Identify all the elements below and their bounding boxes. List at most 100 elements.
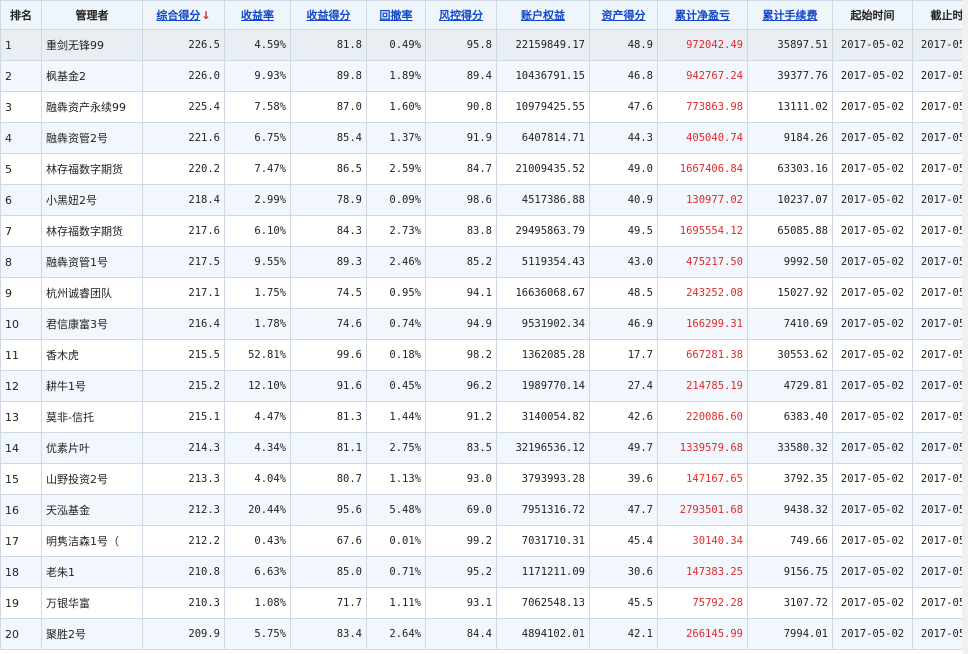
table-row[interactable]: 1 重剑无锋99 226.5 4.59% 81.8 0.49% 95.8 22159849.1… — [0, 29, 968, 61]
cell-return_score: 81.1 — [290, 432, 367, 464]
cell-return_rate: 6.75% — [224, 122, 291, 154]
cell-return_score: 89.8 — [290, 60, 367, 92]
cell-net_pnl: 220086.60 — [657, 401, 748, 433]
cell-manager: 重剑无锋99 — [41, 29, 143, 61]
cell-manager: 杭州诚睿团队 — [41, 277, 143, 309]
table-row[interactable]: 4 融犇资管2号 221.6 6.75% 85.4 1.37% 91.9 6407814.71… — [0, 122, 968, 154]
table-row[interactable]: 20 聚胜2号 209.9 5.75% 83.4 2.64% 84.4 4894102.01 4… — [0, 618, 968, 650]
column-header-label: 风控得分 — [439, 9, 483, 22]
cell-rank: 16 — [0, 494, 42, 526]
cell-risk_score: 83.8 — [425, 215, 497, 247]
table-row[interactable]: 17 明隽洁森1号（ 212.2 0.43% 67.6 0.01% 99.2 7031710.… — [0, 525, 968, 557]
arrow-down-icon[interactable]: ↓ — [201, 9, 210, 22]
cell-equity: 7062548.13 — [496, 587, 590, 619]
cell-fees: 9184.26 — [747, 122, 833, 154]
cell-equity: 9531902.34 — [496, 308, 590, 340]
cell-composite: 209.9 — [142, 618, 225, 650]
table-row[interactable]: 12 耕牛1号 215.2 12.10% 91.6 0.45% 96.2 1989770.14… — [0, 370, 968, 402]
cell-drawdown: 1.11% — [366, 587, 426, 619]
cell-fees: 749.66 — [747, 525, 833, 557]
cell-risk_score: 96.2 — [425, 370, 497, 402]
table-row[interactable]: 10 君信康富3号 216.4 1.78% 74.6 0.74% 94.9 9531902.3… — [0, 308, 968, 340]
table-row[interactable]: 9 杭州诚睿团队 217.1 1.75% 74.5 0.95% 94.1 16636068.6… — [0, 277, 968, 309]
cell-rank: 8 — [0, 246, 42, 278]
cell-composite: 210.8 — [142, 556, 225, 588]
column-header-fees[interactable]: 累计手续费 — [747, 0, 833, 30]
column-header-equity[interactable]: 账户权益 — [496, 0, 590, 30]
cell-return_rate: 5.75% — [224, 618, 291, 650]
cell-asset_score: 17.7 — [589, 339, 658, 371]
cell-equity: 21009435.52 — [496, 153, 590, 185]
cell-fees: 9156.75 — [747, 556, 833, 588]
cell-equity: 4894102.01 — [496, 618, 590, 650]
cell-composite: 210.3 — [142, 587, 225, 619]
cell-end: 2017-05-22 — [912, 60, 968, 92]
column-header-label: 累计手续费 — [762, 9, 818, 22]
cell-equity: 4517386.88 — [496, 184, 590, 216]
ranking-table: 排名 管理者 综合得分↓ 收益率 收益得分 回撤率 风控得分 账户权益 资产得分 累计净盈亏 累计手… — [0, 0, 968, 650]
table-row[interactable]: 5 林存福数字期货 220.2 7.47% 86.5 2.59% 84.7 21009435.… — [0, 153, 968, 185]
cell-drawdown: 2.75% — [366, 432, 426, 464]
cell-composite: 215.2 — [142, 370, 225, 402]
column-header-drawdown[interactable]: 回撤率 — [366, 0, 426, 30]
cell-asset_score: 49.0 — [589, 153, 658, 185]
cell-return_rate: 9.93% — [224, 60, 291, 92]
table-row[interactable]: 11 香木虎 215.5 52.81% 99.6 0.18% 98.2 1362085.28 1… — [0, 339, 968, 371]
cell-manager: 林存福数字期货 — [41, 215, 143, 247]
cell-equity: 32196536.12 — [496, 432, 590, 464]
cell-composite: 212.2 — [142, 525, 225, 557]
cell-return_score: 85.4 — [290, 122, 367, 154]
cell-fees: 7410.69 — [747, 308, 833, 340]
cell-rank: 10 — [0, 308, 42, 340]
column-header-return_score[interactable]: 收益得分 — [290, 0, 367, 30]
cell-fees: 65085.88 — [747, 215, 833, 247]
cell-end: 2017-05-26 — [912, 494, 968, 526]
cell-drawdown: 2.46% — [366, 246, 426, 278]
table-row[interactable]: 18 老朱1 210.8 6.63% 85.0 0.71% 95.2 1171211.09 30… — [0, 556, 968, 588]
table-row[interactable]: 15 山野投资2号 213.3 4.04% 80.7 1.13% 93.0 3793993.2… — [0, 463, 968, 495]
cell-return_score: 83.4 — [290, 618, 367, 650]
cell-rank: 15 — [0, 463, 42, 495]
column-header-label: 回撤率 — [379, 9, 413, 22]
cell-composite: 216.4 — [142, 308, 225, 340]
table-row[interactable]: 16 天泓基金 212.3 20.44% 95.6 5.48% 69.0 7951316.72… — [0, 494, 968, 526]
cell-net_pnl: 243252.08 — [657, 277, 748, 309]
cell-drawdown: 0.71% — [366, 556, 426, 588]
cell-manager: 天泓基金 — [41, 494, 143, 526]
cell-return_score: 99.6 — [290, 339, 367, 371]
table-row[interactable]: 7 林存福数字期货 217.6 6.10% 84.3 2.73% 83.8 29495863.… — [0, 215, 968, 247]
cell-asset_score: 49.5 — [589, 215, 658, 247]
cell-asset_score: 43.0 — [589, 246, 658, 278]
table-row[interactable]: 3 融犇资产永续99 225.4 7.58% 87.0 1.60% 90.8 10979425… — [0, 91, 968, 123]
table-row[interactable]: 2 枫基金2 226.0 9.93% 89.8 1.89% 89.4 10436791.15 4… — [0, 60, 968, 92]
cell-rank: 19 — [0, 587, 42, 619]
cell-composite: 217.5 — [142, 246, 225, 278]
column-header-manager: 管理者 — [41, 0, 143, 30]
table-row[interactable]: 8 融犇资管1号 217.5 9.55% 89.3 2.46% 85.2 5119354.43… — [0, 246, 968, 278]
cell-asset_score: 49.7 — [589, 432, 658, 464]
cell-rank: 4 — [0, 122, 42, 154]
cell-risk_score: 98.6 — [425, 184, 497, 216]
column-header-asset_score[interactable]: 资产得分 — [589, 0, 658, 30]
scrollbar-gutter[interactable] — [962, 0, 968, 654]
cell-fees: 7994.01 — [747, 618, 833, 650]
table-row[interactable]: 13 莫非-信托 215.1 4.47% 81.3 1.44% 91.2 3140054.82… — [0, 401, 968, 433]
column-header-return_rate[interactable]: 收益率 — [224, 0, 291, 30]
table-row[interactable]: 19 万银华富 210.3 1.08% 71.7 1.11% 93.1 7062548.13 4… — [0, 587, 968, 619]
cell-manager: 优素片叶 — [41, 432, 143, 464]
table-row[interactable]: 14 优素片叶 214.3 4.34% 81.1 2.75% 83.5 32196536.12… — [0, 432, 968, 464]
table-row[interactable]: 6 小黑妞2号 218.4 2.99% 78.9 0.09% 98.6 4517386.88 4… — [0, 184, 968, 216]
column-header-label: 管理者 — [75, 9, 109, 22]
column-header-risk_score[interactable]: 风控得分 — [425, 0, 497, 30]
cell-drawdown: 0.09% — [366, 184, 426, 216]
column-header-composite[interactable]: 综合得分↓ — [142, 0, 225, 30]
column-header-net_pnl[interactable]: 累计净盈亏 — [657, 0, 748, 30]
cell-start: 2017-05-02 — [832, 29, 913, 61]
cell-risk_score: 84.7 — [425, 153, 497, 185]
cell-composite: 215.5 — [142, 339, 225, 371]
cell-start: 2017-05-02 — [832, 587, 913, 619]
cell-rank: 11 — [0, 339, 42, 371]
column-header-end: 截止时间 — [912, 0, 968, 30]
cell-return_rate: 1.78% — [224, 308, 291, 340]
cell-fees: 63303.16 — [747, 153, 833, 185]
